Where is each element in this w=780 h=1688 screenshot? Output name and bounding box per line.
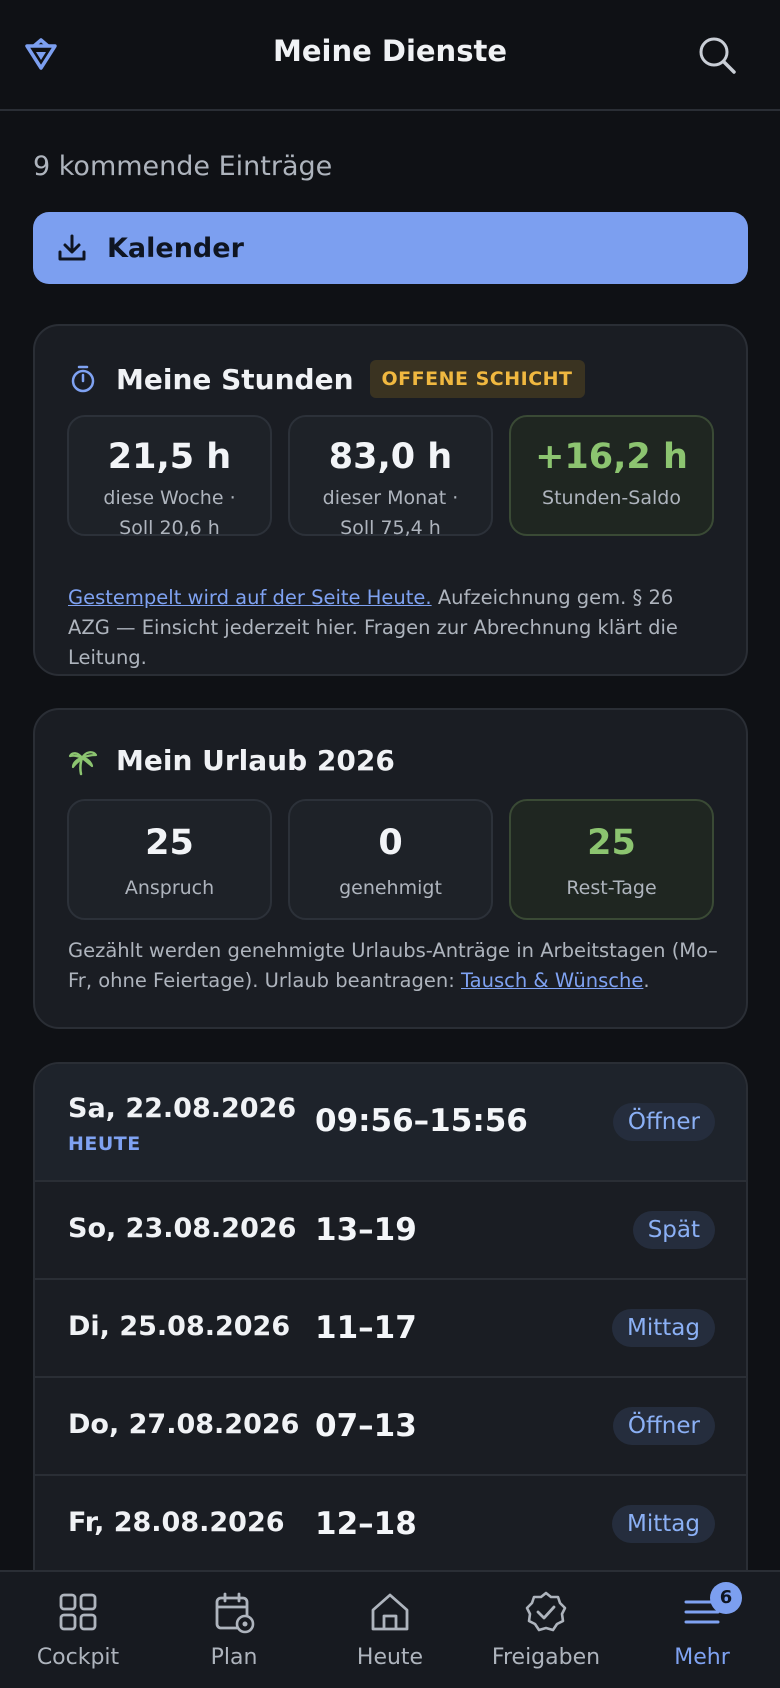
stat-entitlement: 25 Anspruch [67, 799, 272, 920]
stat-approved-label: genehmigt [339, 877, 442, 899]
shift-date: So, 23.08.2026 [68, 1213, 297, 1244]
shift-date: Di, 25.08.2026 [68, 1311, 291, 1342]
tab-cockpit[interactable]: Cockpit [0, 1572, 156, 1688]
vacation-note-end: . [643, 969, 650, 992]
download-icon [58, 234, 86, 261]
home-icon [371, 1593, 409, 1631]
shift-time: 12–18 [315, 1506, 417, 1542]
notification-badge: 6 [710, 1582, 742, 1614]
stat-month-label: dieser Monat · [322, 487, 459, 509]
shift-time: 13–19 [315, 1212, 417, 1248]
tab-label: Heute [356, 1645, 424, 1670]
stat-approved: 0 genehmigt [288, 799, 493, 920]
stat-month-value: 83,0 h [328, 437, 453, 477]
tab-approvals[interactable]: Freigaben [468, 1572, 624, 1688]
today-label: HEUTE [68, 1133, 141, 1155]
shift-type-badge: Öffner [612, 1407, 715, 1445]
search-icon[interactable] [694, 32, 740, 78]
stat-week: 21,5 h diese Woche · Soll 20,6 h [67, 415, 272, 539]
calendar-settings-icon [215, 1592, 255, 1634]
stat-week-value: 21,5 h [107, 437, 232, 477]
stat-approved-value: 0 [378, 823, 403, 863]
shift-type-badge: Öffner [612, 1103, 715, 1141]
shift-row[interactable]: Fr, 28.08.2026 12–18 Mittag [35, 1476, 746, 1574]
hours-title: Meine Stunden [116, 362, 354, 396]
hours-card-header: Meine Stunden OFFENE SCHICHT [68, 360, 585, 398]
palm-tree-icon [68, 750, 98, 775]
bottom-tab-bar: Cockpit Plan Heute Freigaben 6 Mehr [0, 1570, 780, 1688]
tab-label: Plan [210, 1645, 258, 1670]
swap-wishes-link[interactable]: Tausch & Wünsche [461, 969, 643, 992]
stat-month: 83,0 h dieser Monat · Soll 75,4 h [288, 415, 493, 539]
tab-label: Freigaben [491, 1645, 601, 1670]
shift-date: Do, 27.08.2026 [68, 1409, 300, 1440]
calendar-button-label: Kalender [107, 232, 244, 264]
shift-date: Sa, 22.08.2026 [68, 1093, 297, 1124]
app-header: Meine Dienste [0, 0, 780, 111]
shift-time: 09:56–15:56 [315, 1103, 528, 1139]
stopwatch-icon [71, 365, 95, 393]
hours-card: Meine Stunden OFFENE SCHICHT 21,5 h dies… [33, 324, 748, 676]
shift-date: Fr, 28.08.2026 [68, 1507, 285, 1538]
check-badge-icon [525, 1591, 567, 1632]
vacation-note: Gezählt werden genehmigte Urlaubs-Anträg… [68, 936, 718, 996]
stat-remaining-value: 25 [587, 823, 636, 863]
tab-more[interactable]: 6 Mehr [624, 1572, 780, 1688]
stat-week-label: diese Woche · [103, 487, 236, 509]
stat-week-target: Soll 20,6 h [119, 517, 220, 539]
stat-month-target: Soll 75,4 h [340, 517, 441, 539]
grid-icon [59, 1593, 97, 1631]
tab-today[interactable]: Heute [312, 1572, 468, 1688]
shift-row[interactable]: So, 23.08.2026 13–19 Spät [35, 1182, 746, 1280]
calendar-export-button[interactable]: Kalender [33, 212, 748, 284]
shift-time: 11–17 [315, 1310, 417, 1346]
upcoming-count: 9 kommende Einträge [33, 151, 333, 182]
stat-entitlement-label: Anspruch [124, 877, 215, 899]
shift-row[interactable]: Do, 27.08.2026 07–13 Öffner [35, 1378, 746, 1476]
stat-balance-value: +16,2 h [535, 437, 688, 477]
hours-note: Gestempelt wird auf der Seite Heute. Auf… [68, 583, 718, 673]
stat-remaining: 25 Rest-Tage [509, 799, 714, 920]
today-page-link[interactable]: Gestempelt wird auf der Seite Heute. [68, 586, 432, 609]
shift-type-badge: Mittag [612, 1505, 715, 1543]
tab-label: Mehr [674, 1645, 730, 1670]
open-shift-badge: OFFENE SCHICHT [369, 360, 585, 398]
shift-row[interactable]: Di, 25.08.2026 11–17 Mittag [35, 1280, 746, 1378]
vacation-card-header: Mein Urlaub 2026 [68, 744, 395, 777]
stat-balance-label: Stunden-Saldo [542, 487, 681, 509]
shift-time: 07–13 [315, 1408, 417, 1444]
vacation-title: Mein Urlaub 2026 [116, 744, 395, 777]
shift-row[interactable]: Sa, 22.08.2026 HEUTE 09:56–15:56 Öffner [35, 1064, 746, 1182]
vacation-card: Mein Urlaub 2026 25 Anspruch 0 genehmigt… [33, 708, 748, 1029]
tab-label: Cockpit [36, 1645, 120, 1670]
page-title: Meine Dienste [273, 34, 507, 68]
shift-type-badge: Spät [632, 1211, 715, 1249]
shift-type-badge: Mittag [612, 1309, 715, 1347]
stat-remaining-label: Rest-Tage [566, 877, 657, 899]
tab-plan[interactable]: Plan [156, 1572, 312, 1688]
stat-balance: +16,2 h Stunden-Saldo [509, 415, 714, 536]
stat-entitlement-value: 25 [145, 823, 194, 863]
